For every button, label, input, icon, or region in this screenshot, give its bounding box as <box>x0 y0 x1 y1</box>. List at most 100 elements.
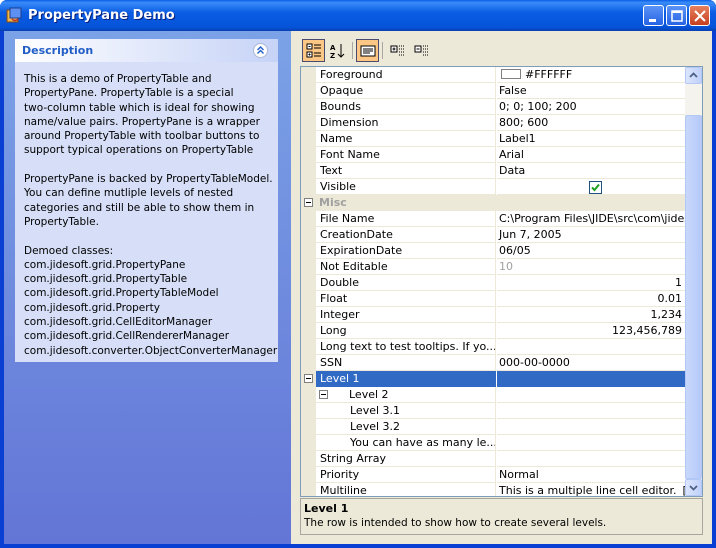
description-line: com.jidesoft.grid.PropertyPane <box>24 258 186 271</box>
app-window: PropertyPane Demo Description This is a … <box>0 0 716 548</box>
property-value[interactable]: 0; 0; 100; 200 <box>497 99 685 115</box>
property-row[interactable]: Level 2 <box>301 387 685 403</box>
property-value[interactable]: C:\Program Files\JIDE\src\com\jidesof... <box>497 211 685 227</box>
collapse-button[interactable] <box>253 43 268 58</box>
vertical-scrollbar[interactable] <box>685 67 702 496</box>
property-row[interactable]: Not Editable 10 <box>301 259 685 275</box>
property-row[interactable]: Foreground #FFFFFF <box>301 67 685 83</box>
property-value[interactable]: This is a multiple line cell editor.[...… <box>497 483 685 496</box>
property-row[interactable]: Dimension 800; 600 <box>301 115 685 131</box>
property-value[interactable] <box>497 403 685 419</box>
property-row[interactable]: Font Name Arial <box>301 147 685 163</box>
description-header[interactable]: Description <box>15 39 278 62</box>
property-value[interactable]: 000-00-0000 <box>497 355 685 371</box>
property-row[interactable]: Bounds 0; 0; 100; 200 <box>301 99 685 115</box>
scroll-thumb[interactable] <box>685 115 702 479</box>
property-row[interactable]: File Name C:\Program Files\JIDE\src\com\j… <box>301 211 685 227</box>
toolbar-separator <box>352 42 353 59</box>
property-name-text: Long text to test tooltips. If yo... <box>320 340 496 353</box>
visible-checkbox[interactable] <box>589 181 602 194</box>
row-gutter <box>301 99 316 115</box>
property-value[interactable]: 123,456,789 <box>497 323 685 339</box>
property-value-text: 10 <box>499 260 513 273</box>
property-value[interactable] <box>497 179 685 195</box>
description-line: You can define mutliple levels of nested <box>24 187 234 200</box>
property-table[interactable]: Foreground #FFFFFF Opaque False Bounds 0; 0; … <box>300 66 703 497</box>
collapse-toggle-icon[interactable] <box>319 390 328 399</box>
property-row[interactable]: ExpirationDate 06/05 <box>301 243 685 259</box>
property-name: CreationDate <box>316 227 496 243</box>
collapse-toggle-icon[interactable] <box>304 374 313 383</box>
property-value[interactable]: 1,234 <box>497 307 685 323</box>
maximize-icon <box>671 10 683 22</box>
property-row[interactable]: Long text to test tooltips. If yo... <box>301 339 685 355</box>
property-row[interactable]: String Array <box>301 451 685 467</box>
row-gutter <box>301 451 316 467</box>
property-value-text: 0; 0; 100; 200 <box>499 100 577 113</box>
property-row[interactable]: Level 3.2 <box>301 419 685 435</box>
minimize-button[interactable] <box>643 5 664 26</box>
property-value[interactable]: False <box>497 83 685 99</box>
scroll-up-button[interactable] <box>685 67 702 84</box>
alphabetical-button[interactable]: A Z <box>326 39 349 62</box>
row-gutter <box>301 227 316 243</box>
description-toggle-button[interactable] <box>356 39 379 62</box>
property-value[interactable]: 1 <box>497 275 685 291</box>
property-value[interactable] <box>497 371 685 387</box>
property-name-text: SSN <box>320 356 343 369</box>
property-value[interactable]: Normal <box>497 467 685 483</box>
property-value[interactable] <box>497 339 685 355</box>
property-value[interactable]: Jun 7, 2005 <box>497 227 685 243</box>
property-name-text: Font Name <box>320 148 380 161</box>
title-bar[interactable]: PropertyPane Demo <box>0 0 716 31</box>
property-value[interactable]: 800; 600 <box>497 115 685 131</box>
property-value[interactable]: Data <box>497 163 685 179</box>
description-line: com.jidesoft.grid.Property <box>24 301 160 314</box>
property-row[interactable]: Name Label1 <box>301 131 685 147</box>
property-value[interactable]: 0.01 <box>497 291 685 307</box>
property-row[interactable]: Float 0.01 <box>301 291 685 307</box>
property-value[interactable]: Label1 <box>497 131 685 147</box>
scroll-down-button[interactable] <box>685 479 702 496</box>
description-line: com.jidesoft.grid.CellEditorManager <box>24 316 213 329</box>
double-chevron-up-icon <box>257 46 264 54</box>
java-app-icon <box>6 7 22 23</box>
property-row[interactable]: Opaque False <box>301 83 685 99</box>
property-row[interactable]: Long 123,456,789 <box>301 323 685 339</box>
property-row[interactable]: Priority Normal <box>301 467 685 483</box>
property-row[interactable]: Level 3.1 <box>301 403 685 419</box>
row-gutter <box>301 387 316 403</box>
property-name: Text <box>316 163 496 179</box>
property-value[interactable] <box>497 435 685 451</box>
property-row[interactable]: Level 1 <box>301 371 685 387</box>
property-row[interactable]: Text Data <box>301 163 685 179</box>
property-row[interactable]: Double 1 <box>301 275 685 291</box>
property-value[interactable] <box>497 451 685 467</box>
row-gutter <box>301 83 316 99</box>
close-button[interactable] <box>689 5 710 26</box>
property-row[interactable]: SSN 000-00-0000 <box>301 355 685 371</box>
collapse-all-button[interactable] <box>410 39 433 62</box>
property-row[interactable]: Multiline This is a multiple line cell ed… <box>301 483 685 496</box>
property-value[interactable]: 06/05 <box>497 243 685 259</box>
property-value[interactable] <box>497 419 685 435</box>
row-gutter <box>301 291 316 307</box>
property-row[interactable]: You can have as many le... <box>301 435 685 451</box>
property-name-text: Opaque <box>320 84 364 97</box>
property-value[interactable]: 10 <box>497 259 685 275</box>
property-row[interactable]: CreationDate Jun 7, 2005 <box>301 227 685 243</box>
property-name-text: Priority <box>320 468 360 481</box>
property-row[interactable]: Visible <box>301 179 685 195</box>
categorized-button[interactable] <box>302 39 325 62</box>
expand-all-button[interactable] <box>386 39 409 62</box>
property-value[interactable]: Arial <box>497 147 685 163</box>
maximize-button[interactable] <box>666 5 687 26</box>
property-value[interactable]: #FFFFFF <box>497 67 685 83</box>
category-row[interactable]: Misc <box>301 195 685 211</box>
collapse-toggle-icon[interactable] <box>304 198 313 207</box>
property-name-text: Level 3.1 <box>350 404 401 417</box>
property-value[interactable] <box>497 387 685 403</box>
property-row[interactable]: Integer 1,234 <box>301 307 685 323</box>
row-gutter <box>301 307 316 323</box>
row-gutter <box>301 355 316 371</box>
